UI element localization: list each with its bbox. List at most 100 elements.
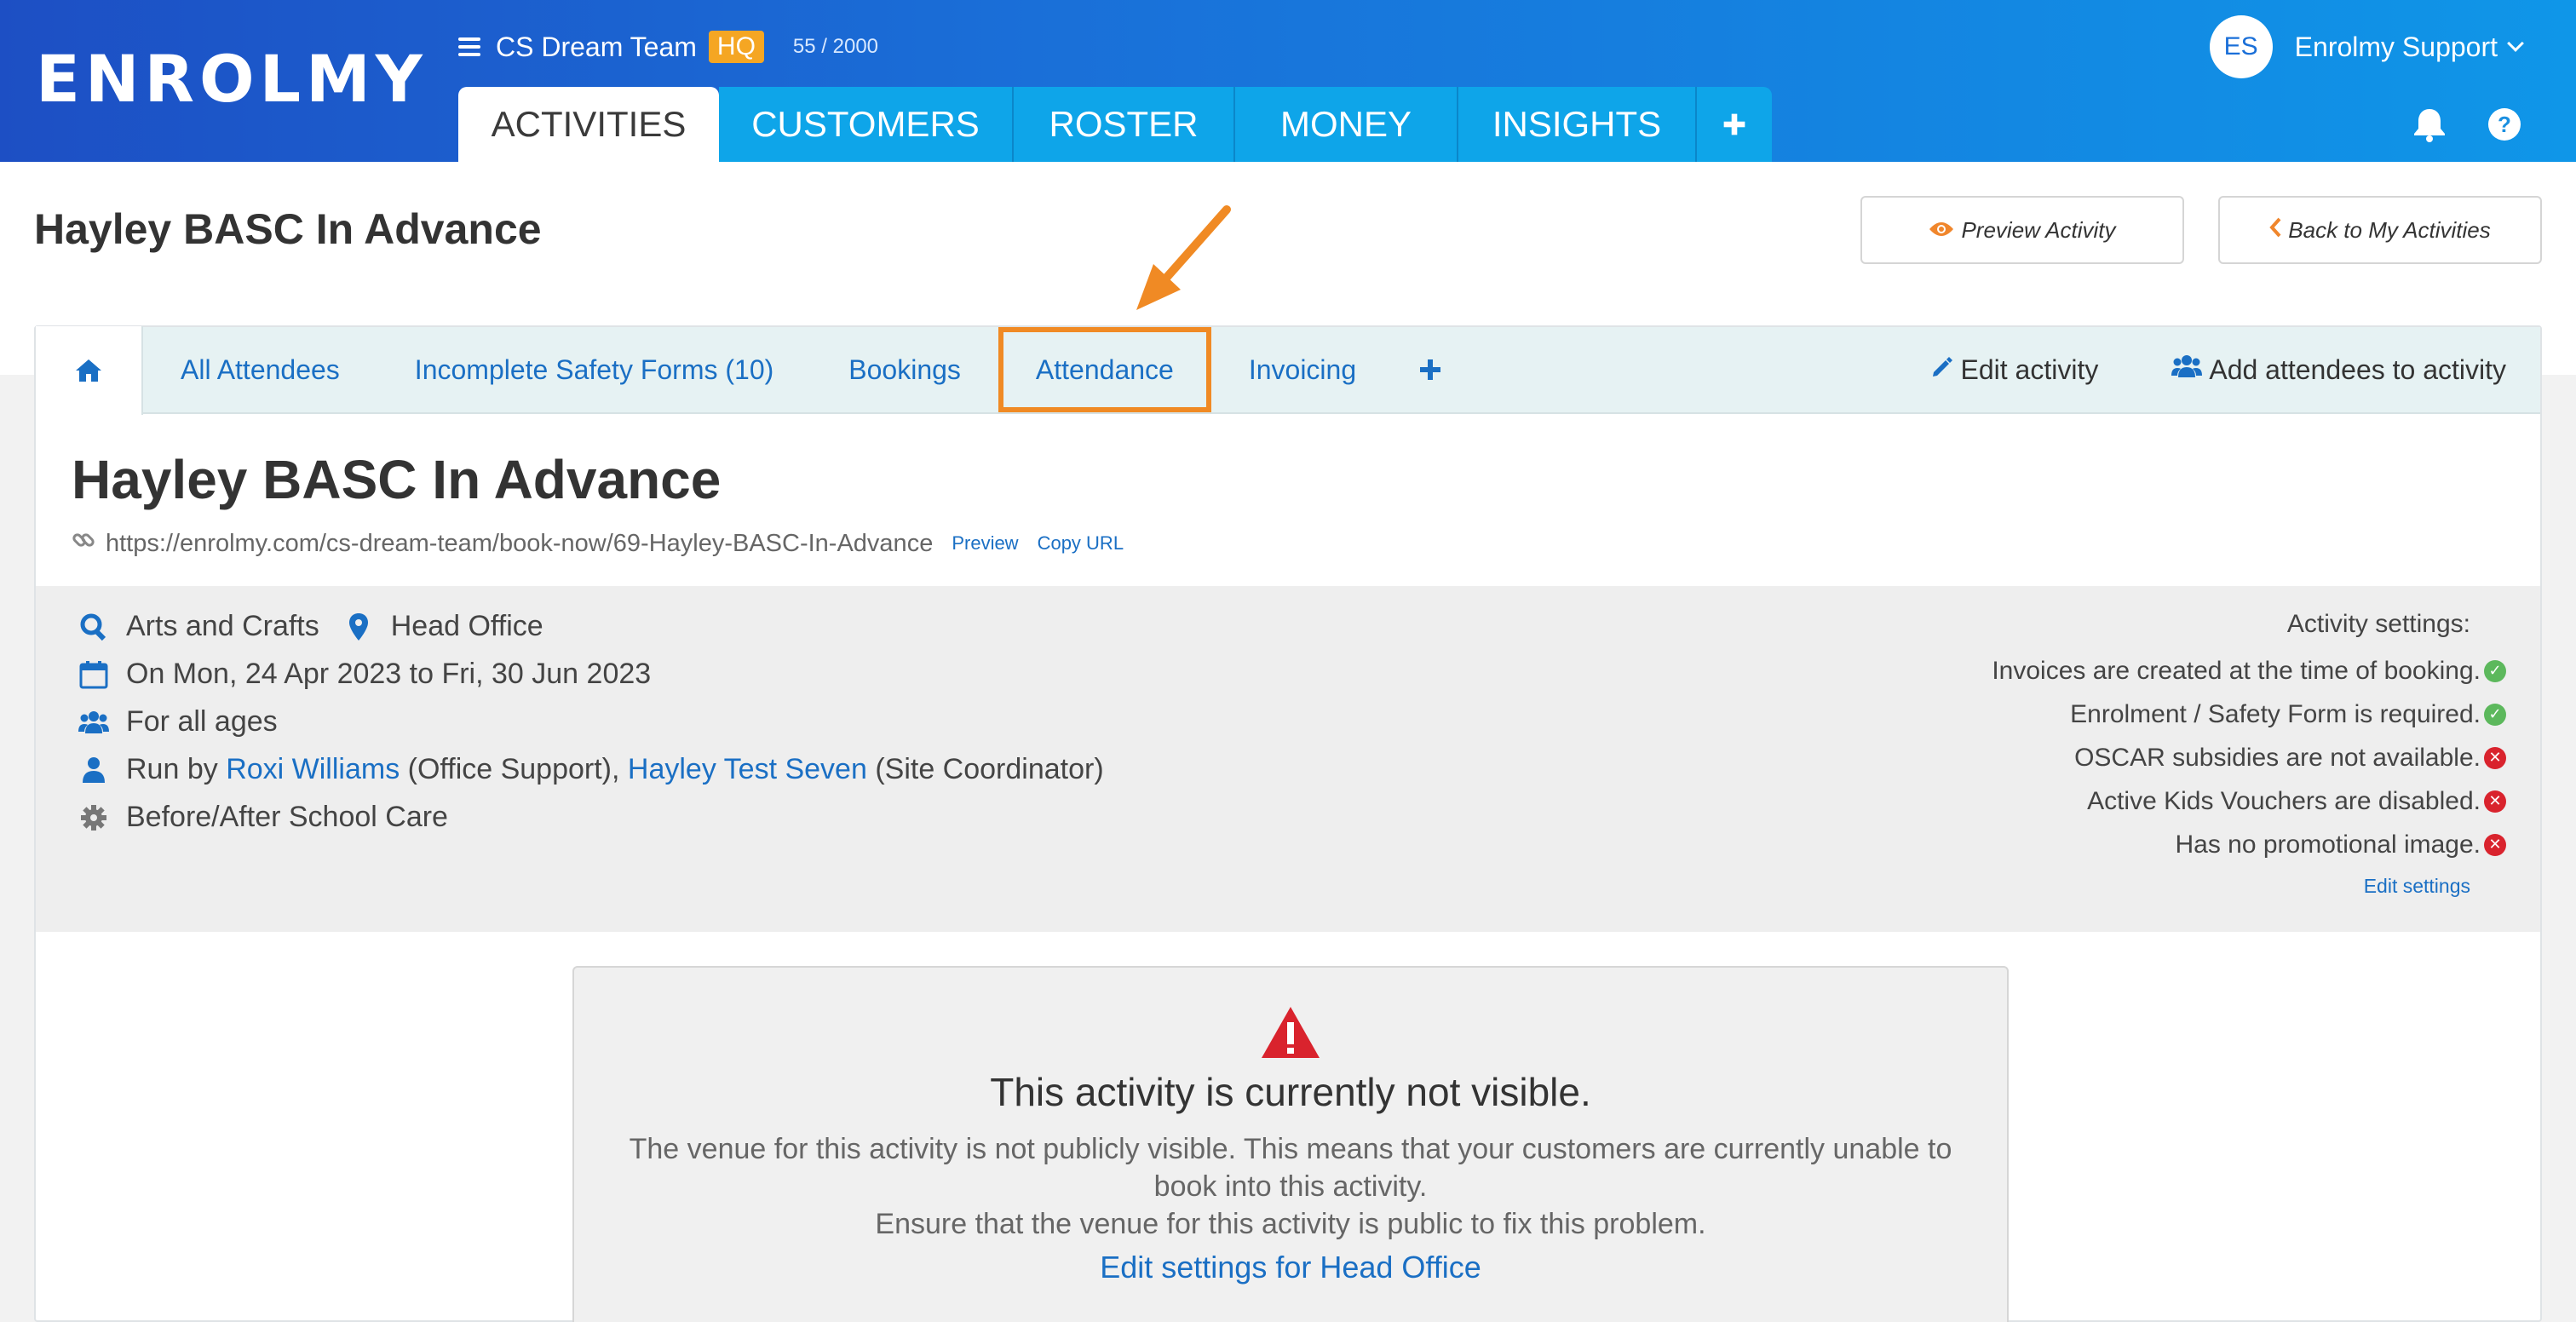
tab-money[interactable]: MONEY: [1235, 87, 1458, 162]
plus-icon: [1723, 113, 1745, 135]
preview-link[interactable]: Preview: [952, 532, 1018, 555]
activity-card: All Attendees Incomplete Safety Forms (1…: [34, 325, 2542, 1322]
gear-icon: [77, 804, 111, 831]
activity-url: https://enrolmy.com/cs-dream-team/book-n…: [106, 529, 934, 557]
hq-badge: HQ: [708, 31, 764, 63]
add-attendees-label: Add attendees to activity: [2209, 353, 2506, 385]
users-icon: [2171, 353, 2203, 386]
enrolmy-logo[interactable]: ENROLMY: [36, 41, 428, 117]
warning-icon: [574, 1005, 2007, 1064]
setting-text: Has no promotional image.: [2175, 830, 2481, 859]
visibility-warning: This activity is currently not visible. …: [572, 966, 2009, 1322]
member-count: 55 / 2000: [792, 35, 879, 58]
copy-url-link[interactable]: Copy URL: [1038, 532, 1124, 555]
setting-text: Active Kids Vouchers are disabled.: [2087, 786, 2481, 815]
x-circle-icon: ✕: [2484, 790, 2506, 813]
help-icon[interactable]: ?: [2487, 107, 2521, 146]
setting-text: Enrolment / Safety Form is required.: [2070, 699, 2481, 728]
activity-dates: On Mon, 24 Apr 2023 to Fri, 30 Jun 2023: [126, 658, 652, 690]
activity-settings: Activity settings: Invoices are created …: [1992, 610, 2506, 898]
activity-url-row: https://enrolmy.com/cs-dream-team/book-n…: [72, 528, 1124, 559]
edit-activity-label: Edit activity: [1960, 353, 2099, 385]
staff-link-hayley[interactable]: Hayley Test Seven: [628, 753, 867, 786]
back-to-activities-label: Back to My Activities: [2288, 216, 2491, 243]
check-circle-icon: ✓: [2484, 703, 2506, 726]
org-name: CS Dream Team: [496, 31, 697, 62]
users-icon: [77, 710, 111, 735]
svg-text:?: ?: [2498, 112, 2511, 137]
search-icon: [77, 612, 111, 641]
edit-settings-link[interactable]: Edit settings: [1992, 875, 2470, 898]
x-circle-icon: ✕: [2484, 833, 2506, 856]
user-name: Enrolmy Support: [2294, 31, 2498, 62]
avatar: ES: [2209, 15, 2273, 78]
run-by-prefix: Run by: [126, 753, 218, 785]
tab-customers[interactable]: CUSTOMERS: [719, 87, 1014, 162]
top-header: ENROLMY CS Dream Team HQ 55 / 2000 ES En…: [0, 0, 2576, 162]
staff-role-1: (Office Support),: [407, 753, 620, 785]
header-icons: ?: [2372, 106, 2521, 147]
tab-roster[interactable]: ROSTER: [1014, 87, 1235, 162]
hamburger-icon[interactable]: [458, 37, 480, 56]
x-circle-icon: ✕: [2484, 746, 2506, 769]
chevron-left-icon: [2269, 217, 2281, 244]
type-row: Before/After School Care: [77, 801, 448, 834]
activity-type: Before/After School Care: [126, 801, 448, 833]
back-to-activities-button[interactable]: Back to My Activities: [2218, 196, 2542, 264]
dates-row: On Mon, 24 Apr 2023 to Fri, 30 Jun 2023: [77, 658, 651, 691]
run-by-row: Run by Roxi Williams (Office Support), H…: [77, 753, 1104, 786]
subnav-actions: Edit activity Add attendees to activity: [1857, 327, 2506, 412]
activity-ages: For all ages: [126, 705, 278, 738]
ages-row: For all ages: [77, 705, 278, 739]
add-subtab-button[interactable]: [1394, 327, 1467, 412]
pencil-icon: [1930, 354, 1954, 386]
warning-title: This activity is currently not visible.: [990, 1070, 1591, 1114]
activity-category: Arts and Crafts: [126, 610, 319, 642]
tab-activities[interactable]: ACTIVITIES: [458, 87, 719, 162]
category-venue-row: Arts and Crafts Head Office: [77, 610, 543, 643]
edit-activity-button[interactable]: Edit activity: [1930, 353, 2099, 386]
home-icon: [76, 359, 101, 382]
staff-role-2: (Site Coordinator): [875, 753, 1104, 785]
setting-active-kids: Active Kids Vouchers are disabled. ✕: [1992, 779, 2506, 823]
tab-insights[interactable]: INSIGHTS: [1458, 87, 1697, 162]
user-menu[interactable]: ES Enrolmy Support: [2209, 15, 2524, 78]
setting-promo-image: Has no promotional image. ✕: [1992, 823, 2506, 866]
annotation-arrow-icon: [1136, 205, 1231, 310]
tab-incomplete-safety-forms[interactable]: Incomplete Safety Forms (10): [377, 327, 811, 412]
activity-title: Hayley BASC In Advance: [72, 449, 722, 510]
chevron-down-icon: [2507, 35, 2524, 52]
setting-text: OSCAR subsidies are not available.: [2074, 743, 2481, 772]
tab-all-attendees[interactable]: All Attendees: [143, 327, 377, 412]
edit-venue-settings-link[interactable]: Edit settings for Head Office: [1100, 1250, 1481, 1285]
add-attendees-button[interactable]: Add attendees to activity: [2171, 353, 2506, 386]
activity-info-panel: Arts and Crafts Head Office On Mon, 24 A…: [36, 586, 2540, 932]
page-title: Hayley BASC In Advance: [34, 205, 542, 253]
setting-oscar: OSCAR subsidies are not available. ✕: [1992, 736, 2506, 779]
check-circle-icon: ✓: [2484, 659, 2506, 682]
tab-bookings[interactable]: Bookings: [811, 327, 998, 412]
activity-subnav: All Attendees Incomplete Safety Forms (1…: [36, 326, 2540, 415]
org-switcher[interactable]: CS Dream Team HQ 55 / 2000: [458, 31, 878, 63]
tab-home[interactable]: [36, 326, 143, 415]
bell-icon[interactable]: [2411, 106, 2448, 147]
logo-text: ENROLMY: [36, 40, 428, 117]
warning-fix-message: Ensure that the venue for this activity …: [875, 1208, 1706, 1240]
tab-attendance[interactable]: Attendance: [998, 327, 1211, 412]
tab-invoicing[interactable]: Invoicing: [1211, 327, 1394, 412]
plus-icon: [1420, 359, 1441, 380]
settings-title: Activity settings:: [2286, 610, 2470, 638]
activity-venue: Head Office: [390, 610, 543, 642]
setting-safety-form: Enrolment / Safety Form is required. ✓: [1992, 693, 2506, 736]
main-nav: ACTIVITIES CUSTOMERS ROSTER MONEY INSIGH…: [458, 87, 1772, 162]
eye-icon: [1929, 217, 1954, 244]
add-tab-button[interactable]: [1697, 87, 1772, 162]
link-icon: [72, 528, 95, 559]
user-icon: [77, 756, 111, 784]
staff-link-roxi[interactable]: Roxi Williams: [226, 753, 400, 786]
map-marker-icon: [342, 612, 376, 641]
setting-text: Invoices are created at the time of book…: [1992, 656, 2481, 685]
calendar-icon: [77, 660, 111, 689]
warning-message: The venue for this activity is not publi…: [629, 1133, 1952, 1203]
preview-activity-button[interactable]: Preview Activity: [1860, 196, 2184, 264]
